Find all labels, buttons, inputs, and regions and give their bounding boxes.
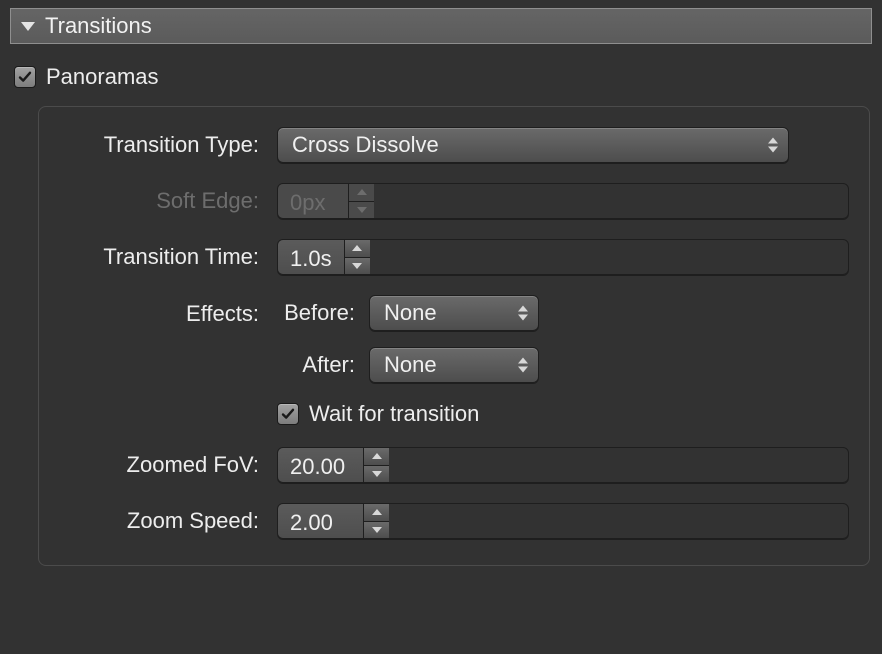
section-title: Transitions	[45, 13, 152, 39]
effects-before-select[interactable]: None	[369, 295, 539, 331]
transition-time-value: 1.0s	[278, 240, 344, 274]
wait-for-transition-checkbox[interactable]	[277, 403, 299, 425]
chevron-up-icon	[357, 189, 367, 195]
transition-type-select[interactable]: Cross Dissolve	[277, 127, 789, 163]
zoomed-fov-value: 20.00	[278, 448, 363, 482]
panoramas-checkbox[interactable]	[14, 66, 36, 88]
chevron-down-icon	[352, 263, 362, 269]
zoom-speed-step-down[interactable]	[364, 522, 389, 539]
soft-edge-value: 0px	[278, 184, 348, 218]
effects-before-label: Before:	[277, 300, 355, 326]
transition-type-label: Transition Type:	[59, 132, 259, 158]
chevron-down-icon	[357, 207, 367, 213]
panoramas-label: Panoramas	[46, 64, 159, 90]
chevron-up-icon	[352, 245, 362, 251]
chevron-up-icon	[372, 509, 382, 515]
disclosure-down-icon	[21, 22, 35, 31]
effects-after-select[interactable]: None	[369, 347, 539, 383]
soft-edge-stepper: 0px	[277, 183, 849, 219]
effects-after-label: After:	[277, 352, 355, 378]
zoomed-fov-step-up[interactable]	[364, 448, 389, 466]
wait-for-transition-label: Wait for transition	[309, 401, 479, 427]
chevron-updown-icon	[768, 138, 778, 153]
zoomed-fov-label: Zoomed FoV:	[59, 452, 259, 478]
effects-label: Effects:	[59, 295, 259, 327]
effects-after-value: None	[384, 352, 437, 378]
zoom-speed-step-up[interactable]	[364, 504, 389, 522]
chevron-updown-icon	[518, 358, 528, 373]
chevron-updown-icon	[518, 306, 528, 321]
panoramas-panel: Transition Type: Cross Dissolve Soft Edg…	[38, 106, 870, 566]
zoomed-fov-step-down[interactable]	[364, 466, 389, 483]
zoom-speed-stepper[interactable]: 2.00	[277, 503, 849, 539]
soft-edge-step-down	[349, 202, 374, 219]
checkmark-icon	[17, 69, 33, 85]
transition-time-step-down[interactable]	[345, 258, 370, 275]
effects-before-value: None	[384, 300, 437, 326]
chevron-up-icon	[372, 453, 382, 459]
section-header-transitions[interactable]: Transitions	[10, 8, 872, 44]
zoom-speed-label: Zoom Speed:	[59, 508, 259, 534]
transition-time-label: Transition Time:	[59, 244, 259, 270]
transition-time-step-up[interactable]	[345, 240, 370, 258]
chevron-down-icon	[372, 471, 382, 477]
checkmark-icon	[280, 406, 296, 422]
zoomed-fov-stepper[interactable]: 20.00	[277, 447, 849, 483]
transition-time-stepper[interactable]: 1.0s	[277, 239, 849, 275]
chevron-down-icon	[372, 527, 382, 533]
transition-type-value: Cross Dissolve	[292, 132, 439, 158]
soft-edge-step-up	[349, 184, 374, 202]
soft-edge-label: Soft Edge:	[59, 188, 259, 214]
zoom-speed-value: 2.00	[278, 504, 363, 538]
